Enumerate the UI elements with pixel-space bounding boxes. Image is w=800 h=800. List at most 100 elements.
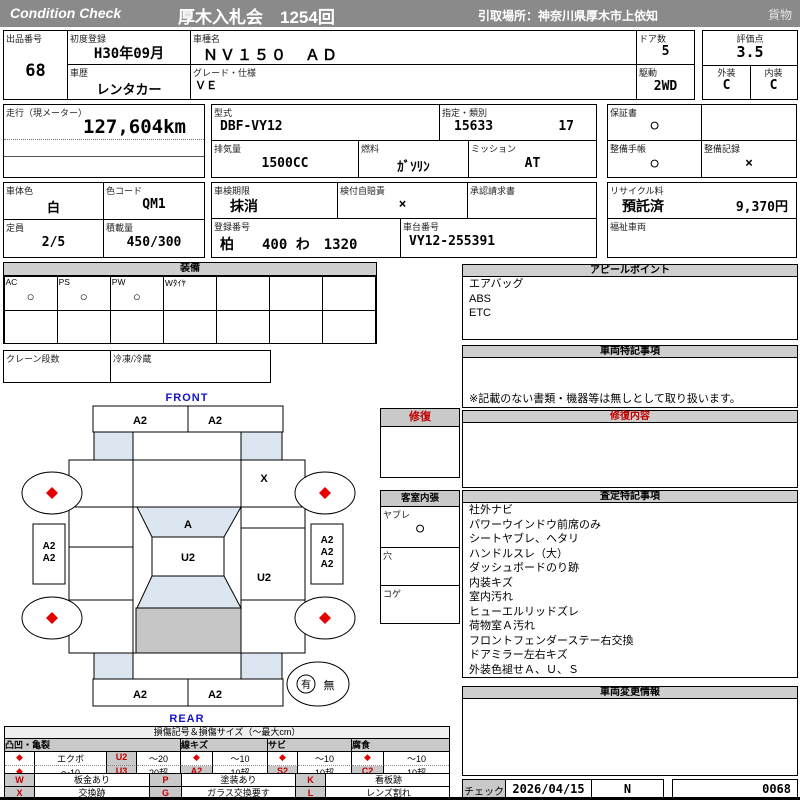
maintenance-record-label: 整備記録: [704, 144, 741, 154]
divider: [4, 139, 204, 140]
sheet-number-cell: 0068: [672, 779, 798, 798]
appeal-item: エアバッグ: [469, 278, 524, 290]
equipment-cell-ps: PS ○: [56, 275, 111, 311]
maintenance-book-cell: 整備手帳 ○: [607, 140, 702, 178]
repair-details-title: 修復内容: [610, 411, 650, 422]
equipment-cell: [322, 309, 377, 344]
appeal-title: アピールポイント: [590, 265, 670, 276]
recycle-fee-cell: リサイクル料 預託済 9,370円: [607, 182, 797, 219]
score-value: 3.5: [736, 43, 764, 61]
displacement-label: 排気量: [214, 144, 242, 154]
vehicle-notes-title: 車両特記事項: [600, 346, 660, 357]
capacity-value: 2/5: [41, 235, 66, 250]
equipment-cell: [269, 275, 324, 311]
equipment-cell: [3, 309, 58, 344]
warranty-value: ○: [650, 118, 659, 133]
body-color-value: 白: [46, 201, 60, 216]
legend-code: U2: [107, 752, 137, 766]
right-door-code: A2: [321, 547, 334, 558]
drive-cell: 駆動 2WD: [636, 64, 695, 100]
model-name-cell: 車種名 ＮＶ１５０ ＡＤ: [190, 30, 637, 65]
color-code-value: QM1: [142, 197, 166, 212]
equipment-cell: [216, 275, 271, 311]
right-door-code: A2: [321, 559, 334, 570]
warranty-cell: 保証書 ○: [607, 104, 702, 141]
auction-title: 厚木入札会 1254回: [178, 8, 335, 27]
equipment-label: AC: [5, 276, 18, 287]
equipment-cell: [56, 309, 111, 344]
approval-label: 承認請求書: [470, 186, 516, 196]
legend-text: ～20: [137, 752, 181, 766]
transmission-label: ミッション: [471, 144, 517, 154]
right-front-fender-code: X: [260, 473, 268, 485]
welfare-cell: 福祉車両: [607, 218, 797, 258]
check-label: チェック: [464, 787, 504, 798]
legend-diamond-icon: ◆: [352, 752, 384, 766]
assessment-item: 荷物室Ａ汚れ: [469, 620, 535, 632]
equipment-cell-pw: PW ○: [109, 275, 164, 311]
capacity-cell: 定員 2/5: [3, 219, 104, 258]
spare-tire-indicator: 有 無: [286, 661, 350, 707]
assessment-item: 社外ナビ: [469, 504, 513, 516]
insurance-label: 検付自賠責: [340, 186, 386, 196]
rear-bumper-left-code: A2: [133, 689, 147, 701]
equipment-cell: [322, 275, 377, 311]
color-code-label: 色コード: [106, 186, 143, 196]
load-value: 450/300: [126, 235, 182, 250]
change-info-text: [463, 699, 797, 700]
legend-text: 板金あり: [35, 774, 150, 786]
legend-category: 凸凹・亀裂: [5, 739, 181, 752]
roof-code: U2: [181, 552, 195, 564]
load-label: 積載量: [106, 223, 134, 233]
pickup-location: 引取場所：神奈川県厚木市上依知: [478, 9, 659, 23]
mileage-box: 走行（現メーター） 127,604km: [3, 104, 205, 178]
transmission-value: AT: [524, 156, 541, 171]
change-info-title: 車両変更情報: [600, 687, 660, 698]
body-color-label: 車体色: [6, 186, 34, 196]
appeal-item: ABS: [469, 292, 492, 305]
legend-text: 看板跡: [374, 775, 402, 785]
assessment-item: フロントフェンダーステー右交換: [469, 634, 634, 647]
legend-text: ～10: [384, 752, 449, 766]
approval-cell: 承認請求書: [467, 182, 597, 219]
history-cell: 車歴 レンタカー: [67, 64, 191, 100]
color-code-cell: 色コード QM1: [103, 182, 205, 220]
repair-code-table: W 板金あり P 塗装あり K 看板跡 X 交換跡 G ガラス交換要す L レン…: [4, 773, 450, 800]
body-color-cell: 車体色 白: [3, 182, 104, 220]
assessment-body: 社外ナビ パワーウインドウ前席のみ シートヤブレ、ヘタリ ハンドルスレ（大） ダ…: [462, 502, 798, 678]
repair-flag-box: 修復: [380, 408, 460, 478]
equipment-header: 装備: [3, 262, 377, 276]
rear-label: REAR: [169, 713, 204, 725]
mileage-value: 127,604km: [83, 116, 186, 138]
class-number-value: 17: [558, 119, 574, 134]
assessment-item: ハンドルスレ（大）: [469, 547, 568, 560]
legend-code: W: [5, 774, 35, 786]
type-number-value: 15633: [454, 119, 494, 134]
legend-text: 塗装あり: [182, 774, 296, 786]
legend-code: P: [150, 774, 182, 786]
assessment-item: 内装キズ: [469, 576, 513, 589]
registration-number-cell: 登録番号 柏 400 わ 1320: [211, 218, 401, 258]
capacity-label: 定員: [6, 223, 25, 233]
registration-number-label: 登録番号: [214, 222, 251, 232]
legend-text: ～10: [298, 752, 352, 766]
lining-row-tear: ヤブレ ○: [381, 507, 459, 548]
lot-number-label: 出品番号: [6, 34, 43, 44]
model-code-cell: 型式 DBF-VY12: [211, 104, 440, 141]
fridge-label: 冷凍/冷蔵: [113, 354, 152, 364]
windshield-code: A: [184, 519, 192, 531]
assessment-item: シートヤブレ、ヘタリ: [469, 533, 579, 545]
first-registration-cell: 初度登録 H30年09月: [67, 30, 191, 65]
legend-code: K: [296, 774, 326, 786]
lot-number-cell: 出品番号 68: [3, 30, 68, 100]
assessment-item: ヒューエルリッドズレ: [469, 605, 579, 618]
fridge-cell: 冷凍/冷蔵: [110, 350, 271, 383]
lining-row-burn: コゲ: [381, 586, 459, 625]
divider: [4, 156, 204, 157]
legend-title: 損傷記号＆損傷サイズ（～最大cm）: [5, 727, 449, 739]
front-bumper-left-code: A2: [133, 415, 147, 427]
recycle-fee-value: 9,370円: [735, 200, 788, 215]
legend-diamond-icon: ◆: [5, 752, 35, 766]
right-rear-panel-code: U2: [257, 572, 271, 584]
drive-label: 駆動: [639, 68, 658, 78]
